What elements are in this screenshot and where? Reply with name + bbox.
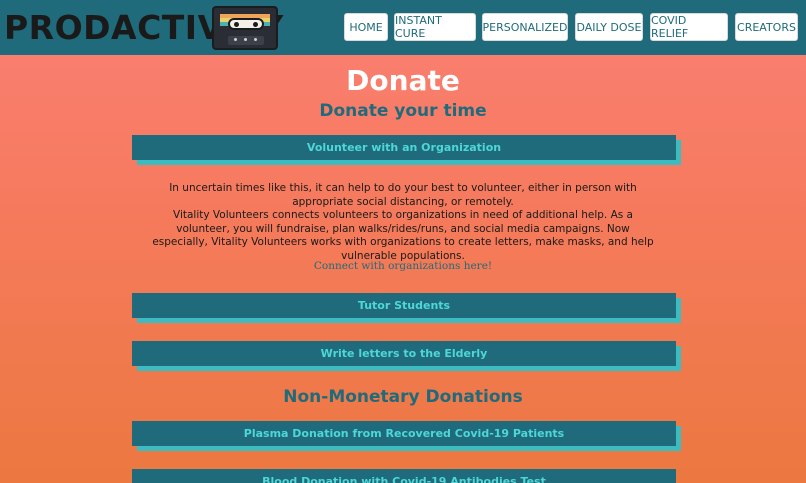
page-title: Donate (346, 64, 460, 97)
bar-label[interactable]: Blood Donation with Covid-19 Antibodies … (132, 469, 676, 483)
volunteer-paragraph: In uncertain times like this, it can hel… (169, 182, 637, 208)
plasma-donation-item[interactable]: Plasma Donation from Recovered Covid-19 … (132, 421, 681, 451)
section-heading-non-monetary: Non-Monetary Donations (283, 387, 523, 407)
main-nav: HOME INSTANT CURE PERSONALIZED DAILY DOS… (0, 13, 806, 41)
site-header: PRODACTIVITY HOME INSTANT CURE PERSONALI… (0, 0, 806, 55)
volunteer-organization-item[interactable]: Volunteer with an Organization (132, 135, 681, 165)
section-heading-time: Donate your time (319, 101, 487, 121)
nav-instant-cure[interactable]: INSTANT CURE (394, 13, 476, 41)
nav-personalized[interactable]: PERSONALIZED (482, 13, 568, 41)
connect-organizations-link[interactable]: Connect with organizations here! (0, 260, 806, 272)
volunteer-paragraph: Vitality Volunteers connects volunteers … (152, 209, 654, 262)
bar-label[interactable]: Write letters to the Elderly (132, 341, 676, 366)
tutor-students-item[interactable]: Tutor Students (132, 293, 681, 323)
blood-donation-item[interactable]: Blood Donation with Covid-19 Antibodies … (132, 469, 676, 483)
nav-creators[interactable]: CREATORS (735, 13, 798, 41)
bar-label[interactable]: Plasma Donation from Recovered Covid-19 … (132, 421, 676, 446)
bar-label[interactable]: Tutor Students (132, 293, 676, 318)
nav-covid-relief[interactable]: COVID RELIEF (650, 13, 728, 41)
link-text[interactable]: Connect with organizations here! (314, 260, 492, 272)
nav-daily-dose[interactable]: DAILY DOSE (575, 13, 643, 41)
bar-label[interactable]: Volunteer with an Organization (132, 135, 676, 160)
nav-home[interactable]: HOME (344, 13, 388, 41)
write-letters-item[interactable]: Write letters to the Elderly (132, 341, 681, 371)
volunteer-description: In uncertain times like this, it can hel… (150, 182, 656, 263)
